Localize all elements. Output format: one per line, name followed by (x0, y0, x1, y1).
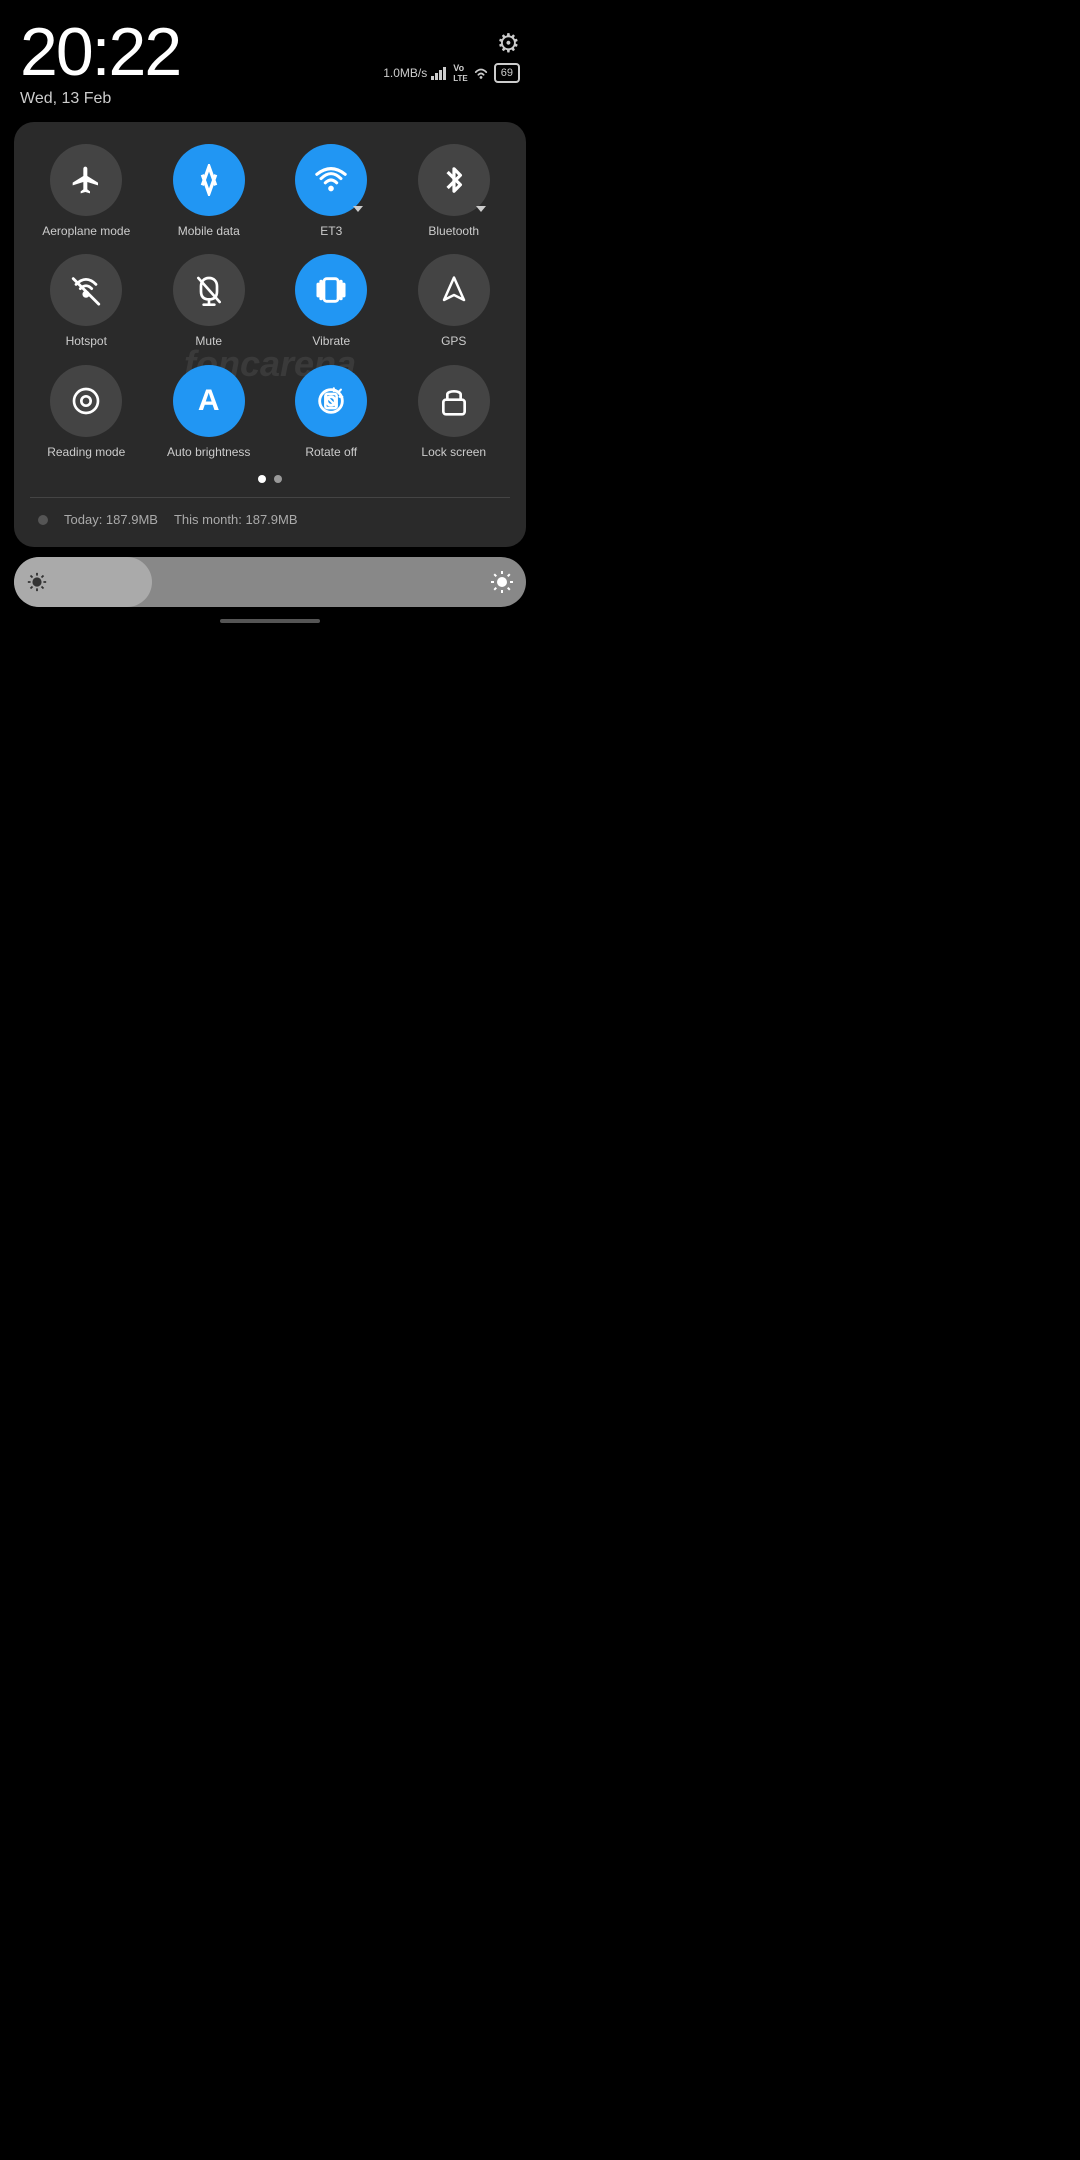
status-icons: 1.0MB/s VoLTE 69 (383, 63, 520, 83)
aeroplane-icon-circle (50, 144, 122, 216)
data-month: This month: 187.9MB (174, 512, 298, 527)
settings-icon[interactable]: ⚙ (497, 28, 520, 59)
wifi-status-icon (472, 66, 490, 80)
data-usage: Today: 187.9MB This month: 187.9MB (30, 508, 510, 531)
clock-date: Wed, 13 Feb (20, 90, 180, 108)
hotspot-label: Hotspot (66, 334, 107, 348)
page-dot-2[interactable] (274, 475, 282, 483)
status-right: ⚙ 1.0MB/s VoLTE 69 (383, 18, 520, 83)
home-indicator (0, 619, 540, 623)
toggle-lock-screen[interactable]: Lock screen (398, 365, 511, 459)
reading-mode-icon-circle (50, 365, 122, 437)
lock-screen-label: Lock screen (421, 445, 486, 459)
mute-label: Mute (195, 334, 222, 348)
mobile-data-icon-circle (173, 144, 245, 216)
page-dots (30, 475, 510, 483)
reading-mode-label: Reading mode (47, 445, 125, 459)
page-dot-1[interactable] (258, 475, 266, 483)
toggle-mute[interactable]: Mute (153, 254, 266, 348)
toggle-rotate-off[interactable]: Rotate off (275, 365, 388, 459)
brightness-bar[interactable] (14, 557, 526, 607)
mute-icon-circle (173, 254, 245, 326)
volte-icon: VoLTE (453, 63, 468, 83)
brightness-max-icon (490, 570, 514, 594)
bluetooth-icon-circle (418, 144, 490, 216)
toggle-auto-brightness[interactable]: A Auto brightness (153, 365, 266, 459)
toggle-hotspot[interactable]: Hotspot (30, 254, 143, 348)
toggle-gps[interactable]: GPS (398, 254, 511, 348)
quick-settings-panel: foncarena Aeroplane mode Mobile data (14, 122, 526, 547)
data-today: Today: 187.9MB (64, 512, 158, 527)
auto-brightness-icon-circle: A (173, 365, 245, 437)
lock-screen-icon-circle (418, 365, 490, 437)
home-bar[interactable] (220, 619, 320, 623)
toggle-aeroplane[interactable]: Aeroplane mode (30, 144, 143, 238)
toggle-et3[interactable]: ET3 (275, 144, 388, 238)
time-block: 20:22 Wed, 13 Feb (20, 18, 180, 108)
aeroplane-label: Aeroplane mode (42, 224, 130, 238)
clock-time: 20:22 (20, 18, 180, 86)
brightness-min-icon (26, 571, 48, 593)
toggle-grid-row2: Hotspot Mute (30, 254, 510, 348)
toggle-vibrate[interactable]: Vibrate (275, 254, 388, 348)
et3-label: ET3 (320, 224, 342, 238)
mobile-data-label: Mobile data (178, 224, 240, 238)
battery-icon: 69 (494, 63, 520, 83)
auto-brightness-label: Auto brightness (167, 445, 250, 459)
gps-icon-circle (418, 254, 490, 326)
divider (30, 497, 510, 498)
hotspot-icon-circle (50, 254, 122, 326)
vibrate-label: Vibrate (312, 334, 350, 348)
toggle-reading-mode[interactable]: Reading mode (30, 365, 143, 459)
toggle-grid-row3: Reading mode A Auto brightness Rotate of… (30, 365, 510, 459)
status-bar: 20:22 Wed, 13 Feb ⚙ 1.0MB/s VoLTE (0, 0, 540, 108)
et3-icon-circle (295, 144, 367, 216)
vibrate-icon-circle (295, 254, 367, 326)
toggle-bluetooth[interactable]: Bluetooth (398, 144, 511, 238)
rotate-off-icon-circle (295, 365, 367, 437)
data-usage-dot (38, 515, 48, 525)
bluetooth-label: Bluetooth (428, 224, 479, 238)
letter-a-icon: A (198, 384, 220, 418)
toggle-mobile-data[interactable]: Mobile data (153, 144, 266, 238)
gps-label: GPS (441, 334, 466, 348)
rotate-off-label: Rotate off (305, 445, 357, 459)
toggle-grid-row1: Aeroplane mode Mobile data (30, 144, 510, 238)
speed-indicator: 1.0MB/s (383, 66, 427, 80)
signal-icon (431, 66, 449, 80)
